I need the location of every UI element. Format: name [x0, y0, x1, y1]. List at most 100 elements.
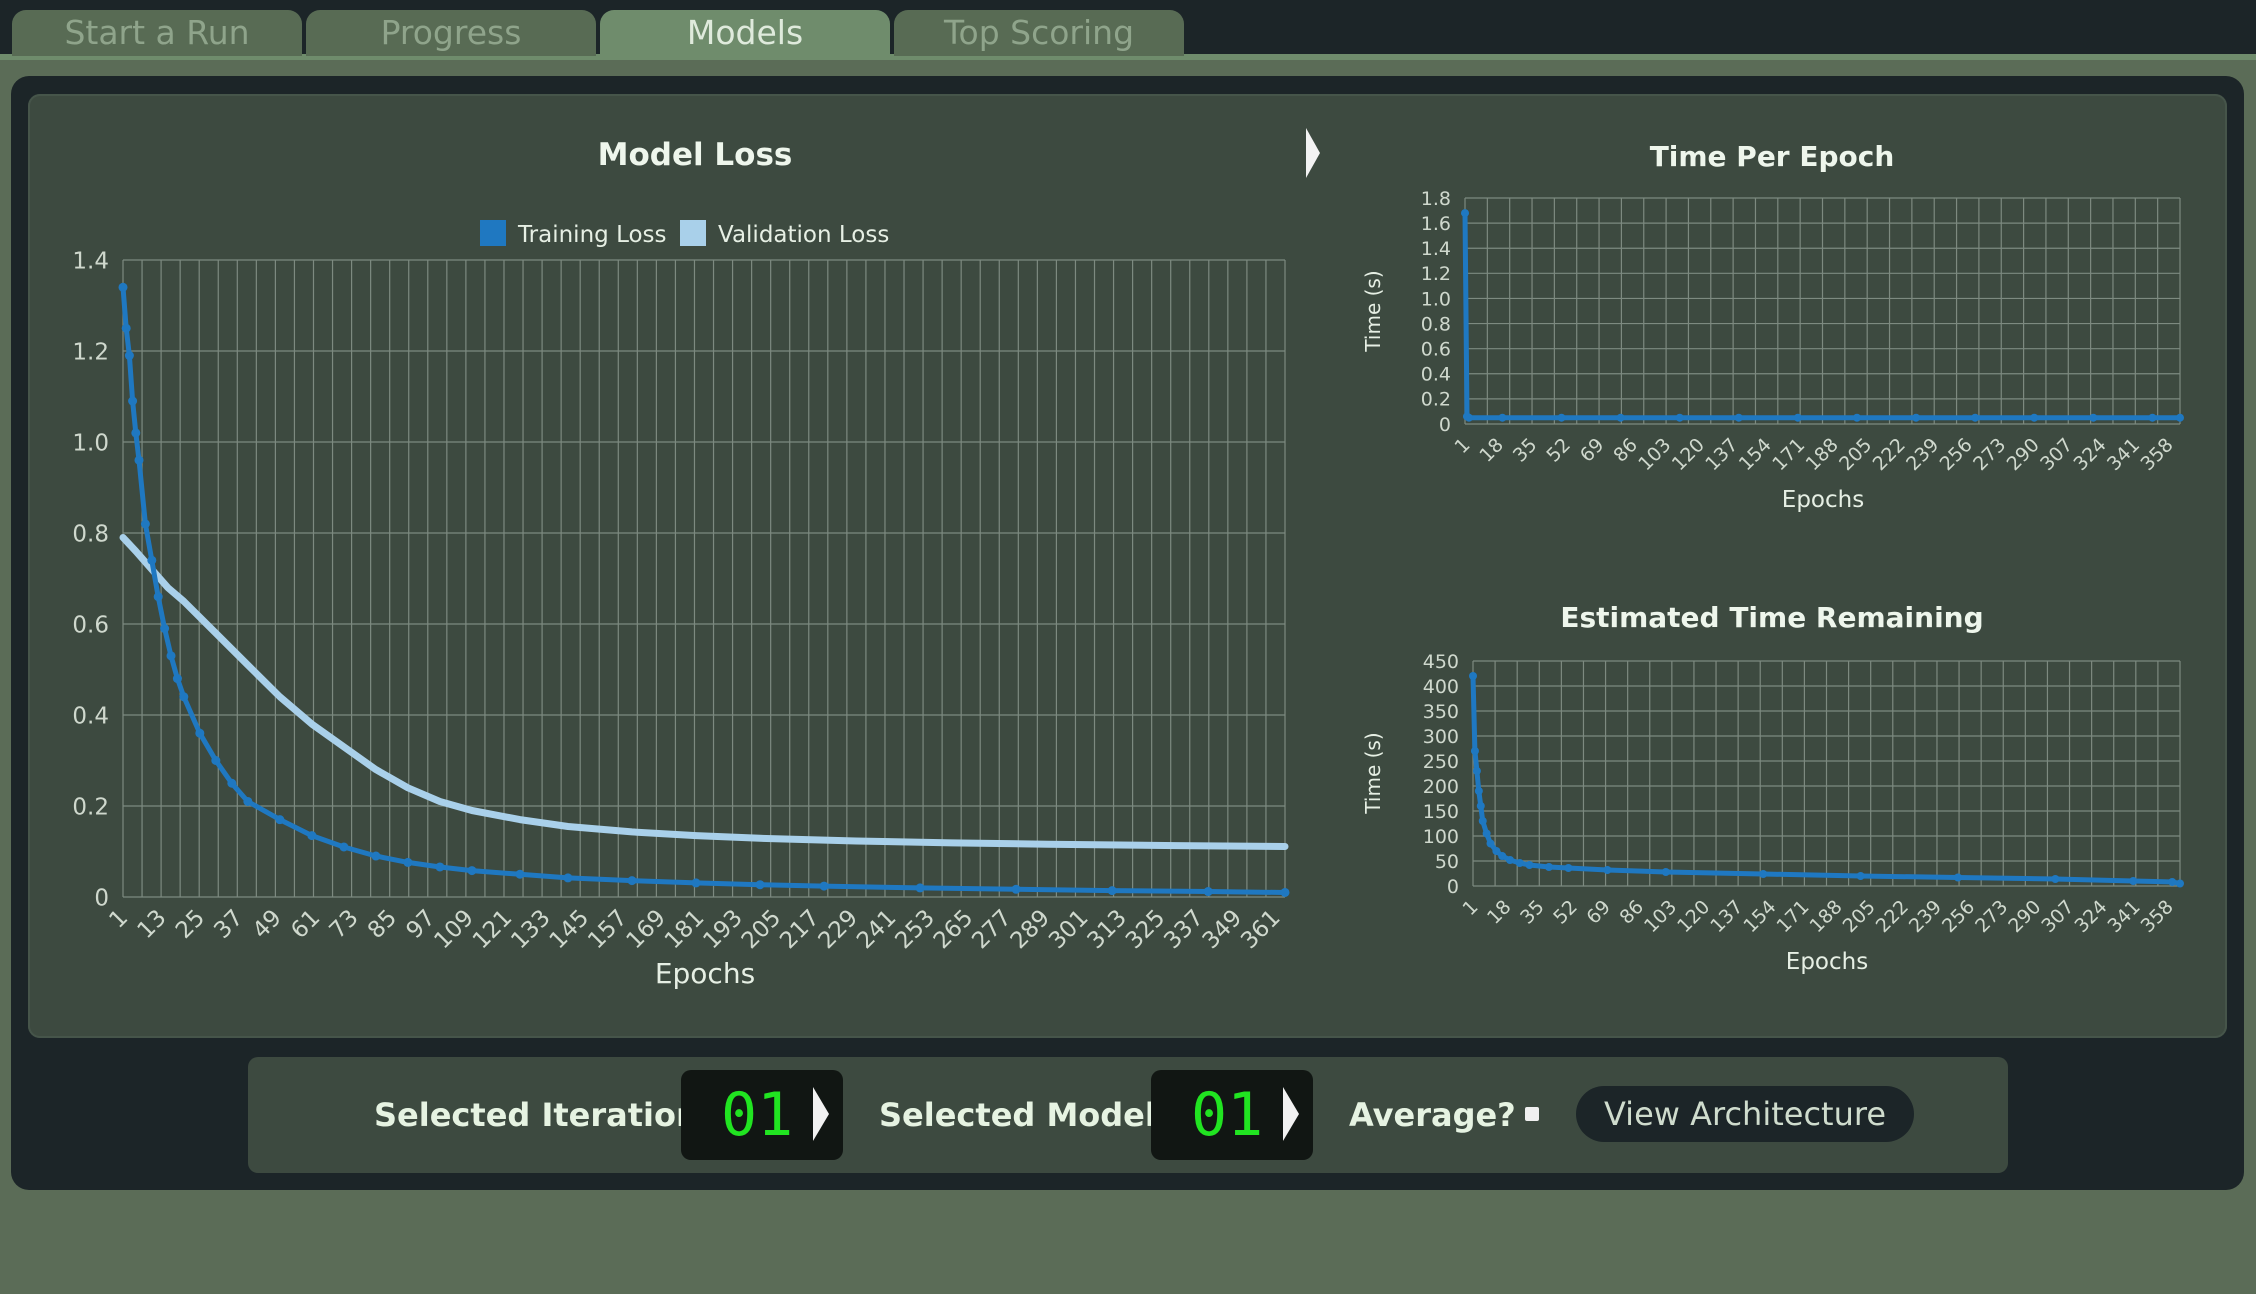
chart3-y-axis-label: Time (s) [1361, 732, 1385, 814]
chart3-x-tick-label: 341 [2104, 896, 2145, 937]
chart3-data-point [2176, 879, 2184, 888]
expand-arrow-icon[interactable] [1306, 128, 1320, 178]
chart1-x-tick-label: 193 [698, 905, 747, 954]
chart3-data-point [1476, 802, 1485, 810]
chart1-x-tick-label: 289 [1006, 905, 1055, 954]
chart3-data-point [1953, 873, 1962, 882]
chart2-x-tick-label: 222 [1869, 434, 1910, 475]
chart1-x-tick-label: 181 [660, 905, 709, 954]
chart2-x-tick-label: 1 [1450, 434, 1474, 458]
chart3-data-point [1603, 866, 1612, 874]
chart1-y-tick-label: 0.4 [72, 703, 109, 729]
selected-iteration-label: Selected Iteration [374, 1096, 699, 1134]
chart1-data-point [515, 869, 525, 879]
chart1-y-tick-label: 0 [94, 885, 109, 911]
chart1-x-tick-label: 133 [506, 905, 555, 954]
chart3-data-point [1661, 868, 1670, 876]
chart3-x-tick-label: 120 [1673, 896, 1714, 937]
chart2-y-tick-label: 1.8 [1421, 188, 1451, 210]
view-architecture-button[interactable]: View Architecture [1576, 1086, 1914, 1142]
chart2-data-point [1734, 413, 1743, 422]
model-selector[interactable]: 01 [1151, 1070, 1313, 1160]
chart1-data-point [118, 282, 128, 292]
chart1-x-axis-label: Epochs [655, 957, 755, 990]
chart2-data-point [2089, 413, 2098, 422]
chart1-data-point [563, 873, 573, 883]
chart1-data-point [819, 881, 829, 891]
chart2-y-tick-label: 1.4 [1421, 238, 1451, 260]
chart1-x-tick-label: 217 [775, 905, 824, 954]
chart3-data-point [1472, 767, 1481, 775]
chart1-data-point [1107, 886, 1117, 896]
chart1-data-point [755, 880, 765, 890]
chart2-data-point [1971, 413, 1980, 422]
chart1-data-point [166, 651, 176, 661]
chart2-x-tick-label: 188 [1802, 434, 1843, 475]
selected-model-label: Selected Model [879, 1096, 1156, 1134]
iteration-next-icon[interactable] [813, 1087, 829, 1141]
chart2-y-tick-label: 1.6 [1421, 213, 1451, 235]
chart1-data-point [211, 756, 221, 765]
chart2-x-tick-label: 256 [1936, 434, 1977, 475]
chart2-data-point [1912, 413, 1921, 422]
chart1-data-point [147, 555, 157, 565]
chart1-data-point [275, 815, 285, 825]
chart3-y-tick-label: 400 [1423, 676, 1459, 698]
chart3-data-point [1564, 864, 1573, 872]
chart2-title: Time Per Epoch [1650, 140, 1895, 173]
model-next-icon[interactable] [1283, 1087, 1299, 1141]
chart3-y-tick-label: 0 [1447, 876, 1459, 898]
chart1-x-tick-label: 157 [583, 905, 632, 954]
chart3-x-tick-label: 171 [1772, 896, 1813, 937]
chart1-data-point [134, 455, 144, 465]
chart1-y-tick-label: 1.0 [72, 430, 109, 456]
chart2-x-tick-label: 290 [2003, 434, 2044, 475]
chart1-x-tick-label: 25 [171, 905, 210, 944]
charts-svg: 00.20.40.60.81.01.21.41 13 25 37 49 61 73 85 971… [72, 137, 2184, 990]
chart2-y-tick-label: 0.2 [1421, 389, 1451, 411]
chart3-data-point [1856, 872, 1865, 880]
chart3-x-tick-label: 188 [1806, 896, 1847, 937]
chart1-series-training-loss [120, 284, 1288, 895]
legend-training-swatch [480, 220, 506, 246]
chart1-data-point [371, 851, 381, 861]
chart1-y-tick-label: 1.2 [72, 339, 109, 365]
chart3-x-tick-label: 256 [1938, 896, 1979, 937]
iteration-selector[interactable]: 01 [681, 1070, 843, 1160]
chart1-data-point [140, 519, 150, 529]
chart1-x-tick-label: 85 [363, 905, 402, 944]
chart3-data-point [1469, 672, 1477, 680]
chart2-data-point [1464, 413, 1473, 422]
chart2-data-point [1461, 209, 1469, 218]
chart3-y-tick-label: 150 [1423, 801, 1459, 823]
chart3-data-point [2168, 878, 2177, 886]
chart3-x-tick-label: 290 [2004, 896, 2045, 937]
chart2-y-tick-label: 0.8 [1421, 313, 1451, 335]
chart1-x-tick-label: 73 [325, 905, 364, 944]
chart3-data-point [1474, 787, 1483, 795]
average-checkbox[interactable] [1525, 1107, 1539, 1121]
chart1-x-tick-label: 265 [929, 905, 978, 954]
chart3-y-tick-label: 50 [1435, 851, 1459, 873]
chart1-x-tick-label: 49 [248, 905, 287, 944]
chart2-data-point [1616, 413, 1625, 422]
chart1-series-validation-loss [119, 534, 1289, 850]
chart1-y-tick-label: 0.8 [72, 521, 109, 547]
chart2-x-tick-label: 137 [1701, 434, 1742, 475]
chart3-x-tick-label: 1 [1458, 896, 1482, 920]
chart2-data-point [2030, 413, 2039, 422]
chart2-y-tick-label: 1.2 [1421, 263, 1451, 285]
chart3-x-tick-label: 35 [1516, 896, 1549, 929]
chart1-x-tick-label: 205 [737, 905, 786, 954]
chart2-y-tick-label: 0.4 [1421, 364, 1451, 386]
chart3-data-point [1544, 863, 1553, 871]
chart3-x-tick-label: 239 [1905, 896, 1946, 937]
chart1-y-tick-label: 0.6 [72, 612, 109, 638]
chart3-y-tick-label: 300 [1423, 726, 1459, 748]
chart2-data-point [1852, 413, 1861, 422]
chart2-x-tick-label: 239 [1902, 434, 1943, 475]
chart1-data-point [1280, 887, 1290, 897]
chart1-x-tick-label: 325 [1121, 905, 1170, 954]
chart3-y-tick-label: 200 [1423, 776, 1459, 798]
chart1-data-point [627, 876, 637, 886]
